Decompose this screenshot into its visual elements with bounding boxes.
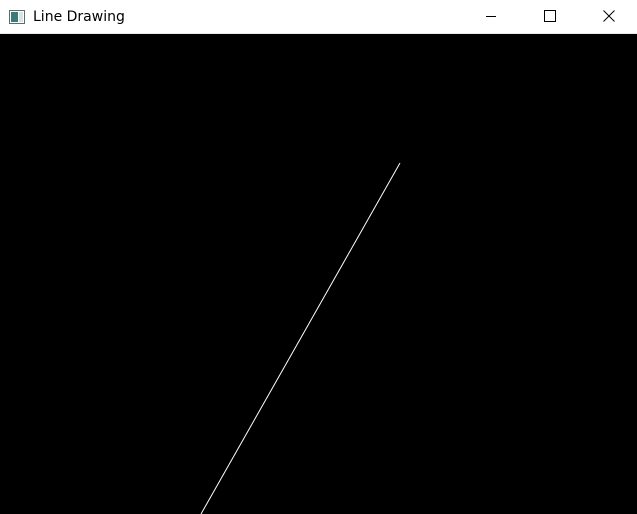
minimize-button[interactable] (468, 0, 514, 33)
app-window: Line Drawing (0, 0, 637, 514)
maximize-button[interactable] (527, 0, 573, 33)
canvas-background (0, 34, 637, 514)
maximize-icon (544, 7, 556, 26)
minimize-icon (485, 7, 497, 26)
close-icon (603, 7, 615, 26)
window-app-icon (9, 9, 25, 24)
close-button[interactable] (586, 0, 632, 33)
window-title: Line Drawing (33, 9, 125, 25)
title-bar[interactable]: Line Drawing (0, 0, 637, 34)
drawing-canvas[interactable] (0, 34, 637, 514)
